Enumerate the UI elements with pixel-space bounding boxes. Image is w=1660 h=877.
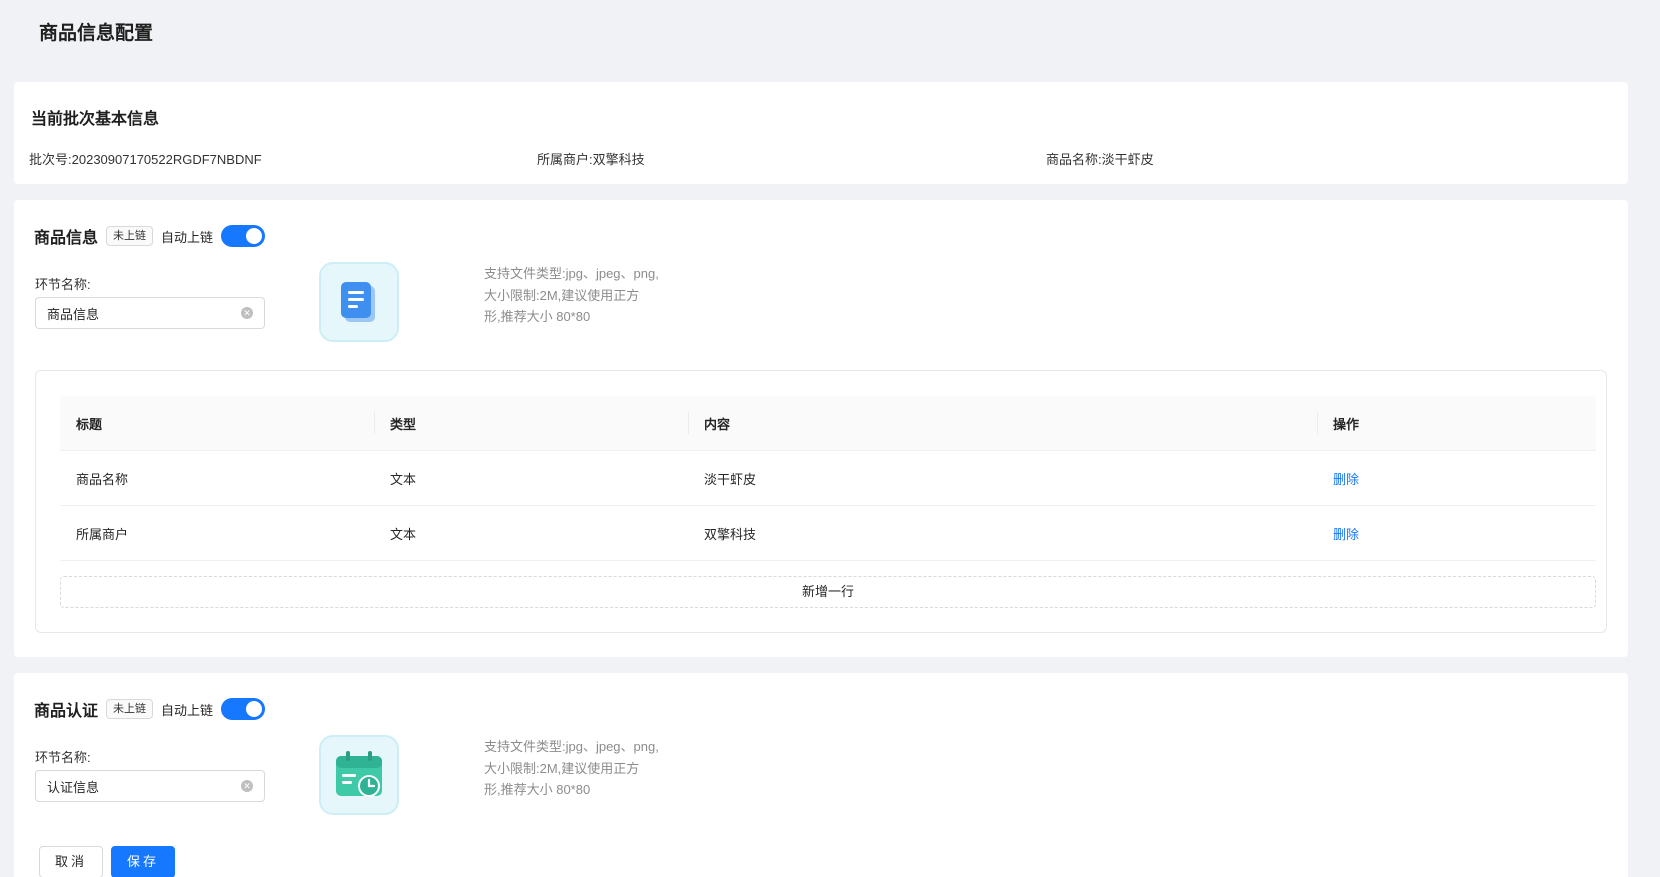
hint-line: 支持文件类型:jpg、jpeg、png,: [484, 266, 659, 281]
section-header: 商品认证 未上链 自动上链: [34, 697, 266, 721]
product-label: 商品名称:: [1046, 152, 1102, 167]
cell-content: 双擎科技: [704, 526, 757, 542]
product-cert-section: 商品认证 未上链 自动上链 环节名称: ✕ 支持文件类型:jpg、jpeg、pn…: [14, 673, 1628, 877]
basic-info-card: 当前批次基本信息 批次号:20230907170522RGDF7NBDNF 所属…: [14, 82, 1628, 184]
switch-knob: [246, 228, 263, 244]
product-info-section: 商品信息 未上链 自动上链 环节名称: ✕ 支持文件类型:jpg、jpeg、pn…: [14, 200, 1628, 657]
col-header-content: 内容: [688, 412, 1317, 434]
stage-name-label: 环节名称:: [35, 277, 91, 292]
icon-upload[interactable]: [319, 262, 399, 342]
switch-knob: [246, 701, 263, 717]
batch-value: 20230907170522RGDF7NBDNF: [71, 152, 262, 167]
section-title: 商品认证: [34, 703, 99, 720]
merchant-info: 所属商户:双擎科技: [537, 149, 645, 168]
delete-link[interactable]: 删除: [1333, 527, 1359, 542]
col-header-title: 标题: [76, 416, 103, 432]
upload-hint: 支持文件类型:jpg、jpeg、png, 大小限制:2M,建议使用正方 形,推荐…: [484, 263, 694, 328]
table-row: 商品名称 文本 淡干虾皮 删除: [60, 451, 1596, 506]
cancel-button[interactable]: 取消: [39, 846, 104, 877]
cell-title: 商品名称: [76, 471, 129, 487]
upload-hint: 支持文件类型:jpg、jpeg、png, 大小限制:2M,建议使用正方 形,推荐…: [484, 736, 694, 801]
auto-chain-switch[interactable]: [221, 698, 266, 720]
fields-table: 标题 类型 内容 操作 商品名称 文本 淡干虾皮 删除 所属商户 文本 双擎科技…: [60, 396, 1596, 561]
table-row: 所属商户 文本 双擎科技 删除: [60, 506, 1596, 561]
batch-info: 批次号:20230907170522RGDF7NBDNF: [29, 149, 262, 168]
col-header-type: 类型: [374, 412, 688, 434]
stage-name-field[interactable]: ✕: [35, 770, 265, 802]
stage-name-input[interactable]: [47, 305, 241, 321]
document-icon: [341, 282, 375, 322]
icon-upload[interactable]: [319, 735, 399, 815]
hint-line: 形,推荐大小 80*80: [484, 782, 591, 797]
product-info: 商品名称:淡干虾皮: [1046, 149, 1154, 168]
section-title: 商品信息: [34, 230, 99, 247]
product-value: 淡干虾皮: [1101, 152, 1154, 167]
basic-info-title: 当前批次基本信息: [31, 111, 160, 128]
cell-type: 文本: [390, 526, 417, 542]
stage-name-field[interactable]: ✕: [35, 297, 265, 329]
clear-icon[interactable]: ✕: [241, 780, 253, 792]
stage-name-label: 环节名称:: [35, 750, 91, 765]
page-title: 商品信息配置: [39, 23, 154, 44]
hint-line: 支持文件类型:jpg、jpeg、png,: [484, 739, 659, 754]
add-row-button[interactable]: 新增一行: [60, 576, 1596, 608]
auto-chain-label: 自动上链: [161, 229, 214, 245]
auto-chain-switch[interactable]: [221, 225, 266, 247]
clear-icon[interactable]: ✕: [241, 307, 253, 319]
scrollbar-track[interactable]: [1643, 0, 1660, 877]
hint-line: 大小限制:2M,建议使用正方: [484, 760, 640, 776]
section-header: 商品信息 未上链 自动上链: [34, 224, 266, 248]
batch-label: 批次号:: [29, 152, 72, 167]
save-button[interactable]: 保存: [111, 846, 176, 877]
cell-type: 文本: [390, 471, 417, 487]
calendar-clock-icon: [336, 751, 382, 797]
table-header-row: 标题 类型 内容 操作: [60, 396, 1596, 451]
cell-title: 所属商户: [76, 526, 129, 542]
hint-line: 大小限制:2M,建议使用正方: [484, 287, 640, 303]
auto-chain-label: 自动上链: [161, 702, 214, 718]
hint-line: 形,推荐大小 80*80: [484, 309, 591, 324]
footer-actions: 取消 保存: [39, 846, 176, 877]
delete-link[interactable]: 删除: [1333, 472, 1359, 487]
fields-table-panel: 标题 类型 内容 操作 商品名称 文本 淡干虾皮 删除 所属商户 文本 双擎科技…: [35, 370, 1607, 633]
merchant-value: 双擎科技: [592, 152, 645, 167]
col-header-action: 操作: [1317, 412, 1596, 434]
cell-content: 淡干虾皮: [704, 471, 757, 487]
stage-name-input[interactable]: [47, 778, 241, 794]
chain-status-tag: 未上链: [106, 226, 154, 246]
merchant-label: 所属商户:: [537, 152, 593, 167]
chain-status-tag: 未上链: [106, 699, 154, 719]
